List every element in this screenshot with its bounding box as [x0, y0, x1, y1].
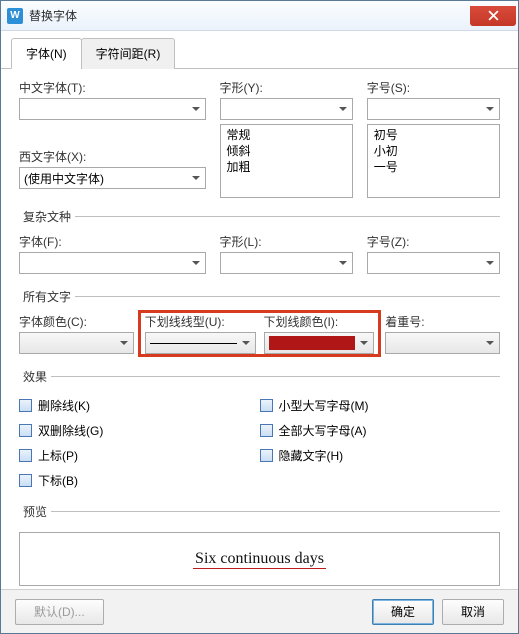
window-title: 替换字体	[29, 7, 470, 24]
complex-font-input[interactable]	[20, 253, 187, 273]
list-item[interactable]: 常规	[221, 127, 352, 143]
checkbox-icon	[260, 424, 273, 437]
tab-spacing[interactable]: 字符间距(R)	[81, 38, 176, 69]
checkbox-icon	[19, 474, 32, 487]
complex-style-label: 字形(L):	[220, 233, 353, 250]
app-icon: W	[7, 8, 23, 24]
preview-area: Six continuous days	[19, 532, 500, 586]
underline-color-swatch	[269, 336, 356, 350]
underline-style-preview	[150, 336, 237, 350]
checkbox-strikethrough[interactable]: 删除线(K)	[19, 393, 260, 418]
titlebar[interactable]: W 替换字体	[1, 1, 518, 31]
checkbox-label: 全部大写字母(A)	[279, 422, 367, 439]
list-item[interactable]: 一号	[368, 159, 499, 175]
ok-button-label: 确定	[391, 603, 415, 620]
checkbox-subscript[interactable]: 下标(B)	[19, 468, 260, 493]
checkbox-allcaps[interactable]: 全部大写字母(A)	[260, 418, 501, 443]
dialog-window: W 替换字体 字体(N) 字符间距(R) 中文字体(T): 字形(Y): 字号(…	[0, 0, 519, 634]
checkbox-icon	[19, 399, 32, 412]
checkbox-icon	[260, 399, 273, 412]
effects-group: 效果 删除线(K) 小型大写字母(M) 双删除线(G) 全部大写字母(A) 上标…	[19, 368, 500, 493]
effects-legend: 效果	[19, 368, 51, 385]
preview-legend: 预览	[19, 503, 51, 520]
western-font-combo[interactable]	[19, 167, 206, 189]
default-button-label: 默认(D)...	[34, 603, 85, 620]
checkbox-label: 隐藏文字(H)	[279, 447, 344, 464]
checkbox-icon	[260, 449, 273, 462]
list-item[interactable]: 初号	[368, 127, 499, 143]
font-color-combo[interactable]	[19, 332, 134, 354]
complex-size-combo[interactable]	[367, 252, 500, 274]
tab-font-label: 字体(N)	[26, 47, 67, 61]
complex-style-input[interactable]	[221, 253, 334, 273]
tab-spacing-label: 字符间距(R)	[96, 47, 161, 61]
preview-group: 预览 Six continuous days	[19, 503, 500, 586]
underline-color-label: 下划线颜色(I):	[264, 313, 375, 330]
font-size-combo[interactable]	[367, 98, 500, 120]
complex-size-label: 字号(Z):	[367, 233, 500, 250]
cancel-button-label: 取消	[461, 603, 485, 620]
close-icon	[488, 10, 499, 21]
chinese-font-combo[interactable]	[19, 98, 206, 120]
content-area: 中文字体(T): 字形(Y): 字号(S): 西文字体(X): 常规 倾斜	[1, 69, 518, 613]
font-size-listbox[interactable]: 初号 小初 一号	[367, 124, 500, 198]
checkbox-label: 删除线(K)	[38, 397, 90, 414]
checkbox-double-strikethrough[interactable]: 双删除线(G)	[19, 418, 260, 443]
checkbox-smallcaps[interactable]: 小型大写字母(M)	[260, 393, 501, 418]
checkbox-icon	[19, 424, 32, 437]
font-size-input[interactable]	[368, 99, 481, 119]
preview-text: Six continuous days	[193, 550, 326, 569]
checkbox-label: 小型大写字母(M)	[279, 397, 369, 414]
complex-scripts-group: 复杂文种 字体(F): 字形(L): 字号(Z):	[19, 208, 500, 278]
dialog-footer: 默认(D)... 确定 取消	[1, 589, 518, 633]
checkbox-label: 双删除线(G)	[38, 422, 103, 439]
western-font-input[interactable]	[20, 168, 187, 188]
list-item[interactable]: 倾斜	[221, 143, 352, 159]
font-color-label: 字体颜色(C):	[19, 313, 134, 330]
ok-button[interactable]: 确定	[372, 599, 434, 625]
close-button[interactable]	[470, 6, 516, 26]
list-item[interactable]: 小初	[368, 143, 499, 159]
font-style-input[interactable]	[221, 99, 334, 119]
underline-style-combo[interactable]	[145, 332, 256, 354]
tab-font[interactable]: 字体(N)	[11, 38, 82, 69]
checkbox-superscript[interactable]: 上标(P)	[19, 443, 260, 468]
checkbox-hidden[interactable]: 隐藏文字(H)	[260, 443, 501, 468]
chinese-font-input[interactable]	[20, 99, 187, 119]
complex-size-input[interactable]	[368, 253, 481, 273]
emphasis-mark-label: 着重号:	[385, 313, 500, 330]
font-style-listbox[interactable]: 常规 倾斜 加粗	[220, 124, 353, 198]
checkbox-label: 上标(P)	[38, 447, 78, 464]
cancel-button[interactable]: 取消	[442, 599, 504, 625]
list-item[interactable]: 加粗	[221, 159, 352, 175]
highlight-annotation: 下划线线型(U): 下划线颜色(I):	[138, 310, 382, 357]
underline-color-combo[interactable]	[264, 332, 375, 354]
chinese-font-label: 中文字体(T):	[19, 79, 206, 96]
effects-checkbox-grid: 删除线(K) 小型大写字母(M) 双删除线(G) 全部大写字母(A) 上标(P)…	[19, 393, 500, 493]
tab-strip: 字体(N) 字符间距(R)	[1, 31, 518, 69]
complex-style-combo[interactable]	[220, 252, 353, 274]
font-style-combo[interactable]	[220, 98, 353, 120]
emphasis-mark-combo[interactable]	[385, 332, 500, 354]
default-button[interactable]: 默认(D)...	[15, 599, 104, 625]
checkbox-label: 下标(B)	[38, 472, 78, 489]
complex-scripts-legend: 复杂文种	[19, 208, 75, 225]
western-font-label: 西文字体(X):	[19, 148, 206, 165]
underline-style-label: 下划线线型(U):	[145, 313, 256, 330]
complex-font-label: 字体(F):	[19, 233, 206, 250]
all-text-group: 所有文字 字体颜色(C): 下划线线型(U): 下划线颜色(I):	[19, 288, 500, 358]
complex-font-combo[interactable]	[19, 252, 206, 274]
checkbox-icon	[19, 449, 32, 462]
font-style-label: 字形(Y):	[220, 79, 353, 96]
font-size-label: 字号(S):	[367, 79, 500, 96]
all-text-legend: 所有文字	[19, 288, 75, 305]
